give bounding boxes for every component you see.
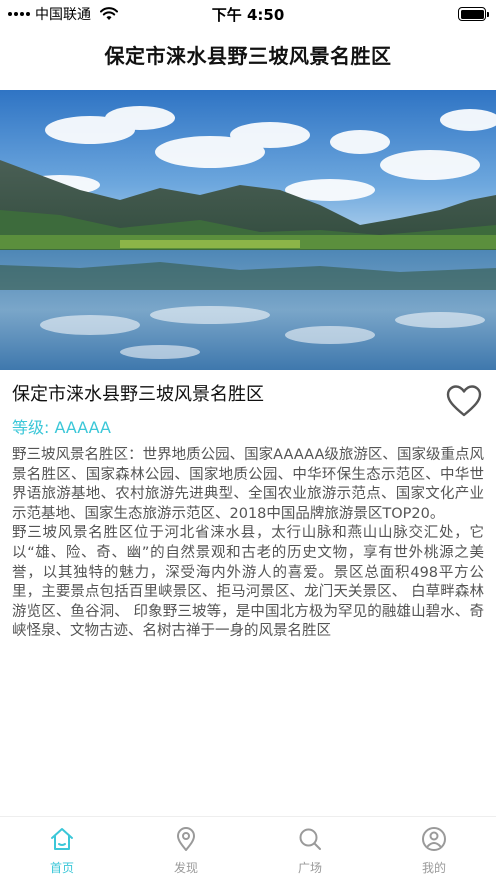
tab-label: 我的 [421, 861, 446, 875]
heart-icon [446, 385, 482, 417]
favorite-button[interactable] [446, 384, 482, 418]
landscape-image [0, 90, 496, 370]
tab-home[interactable]: 首页 [0, 817, 124, 882]
page-title: 保定市涞水县野三坡风景名胜区 [104, 44, 392, 68]
scenic-name: 保定市涞水县野三坡风景名胜区 [12, 384, 264, 405]
description-paragraph: 野三坡风景名胜区：世界地质公园、国家AAAAA级旅游区、国家级重点风景名胜区、国… [12, 447, 484, 522]
scenic-photo [0, 90, 496, 370]
scenic-description: 野三坡风景名胜区：世界地质公园、国家AAAAA级旅游区、国家级重点风景名胜区、国… [12, 446, 484, 642]
tab-square[interactable]: 广场 [248, 817, 372, 882]
home-icon [51, 828, 73, 850]
search-icon [299, 828, 321, 850]
battery-icon [458, 7, 489, 21]
tab-discover[interactable]: 发现 [124, 817, 248, 882]
tab-profile[interactable]: 我的 [372, 817, 496, 882]
tab-label: 首页 [49, 861, 74, 875]
user-icon [422, 827, 446, 851]
location-pin-icon [177, 827, 195, 851]
tab-label: 广场 [297, 861, 322, 875]
status-time: 下午 4:50 [211, 6, 285, 24]
tab-label: 发现 [173, 861, 198, 875]
status-bar: 中国联通 下午 4:50 [0, 0, 496, 28]
scenic-level: 等级: AAAAA [12, 418, 111, 437]
description-paragraph: 野三坡风景名胜区位于河北省涞水县，太行山脉和燕山山脉交汇处，它以“雄、险、奇、幽… [12, 525, 484, 640]
tab-bar: 首页 发现 广场 我的 [0, 816, 496, 882]
